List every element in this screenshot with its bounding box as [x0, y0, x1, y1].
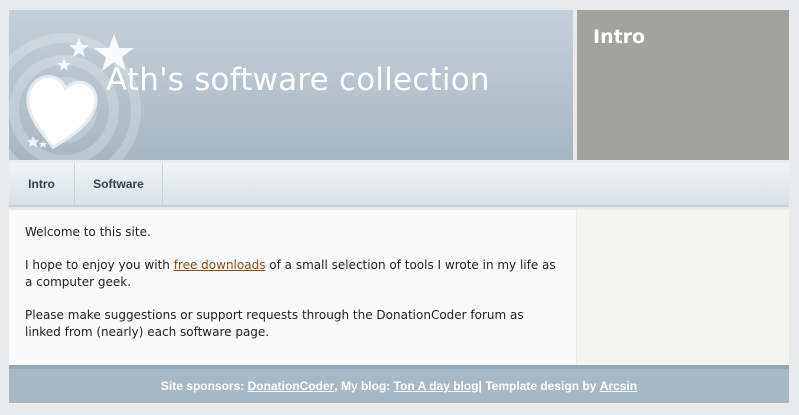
donationcoder-link[interactable]: DonationCoder: [248, 379, 335, 393]
blog-link[interactable]: Ton A day blog: [394, 379, 479, 393]
welcome-text: Welcome to this site.: [25, 225, 151, 239]
sidebar: [577, 210, 789, 365]
nav-item-intro[interactable]: Intro: [9, 163, 75, 205]
site-header: Ath's software collection: [9, 10, 573, 160]
site-title: Ath's software collection: [106, 62, 490, 98]
intro-panel-title: Intro: [593, 26, 646, 48]
free-downloads-link[interactable]: free downloads: [174, 258, 266, 272]
intro-panel: Intro: [577, 10, 789, 160]
site-footer: Site sponsors: DonationCoder, My blog: T…: [9, 365, 789, 403]
footer-blog-label: , My blog:: [334, 379, 391, 393]
support-paragraph: Please make suggestions or support reque…: [25, 308, 524, 339]
intro-paragraph: I hope to enjoy you with free downloads …: [25, 257, 560, 291]
intro-text-start: I hope to enjoy you with: [25, 258, 174, 272]
arcsin-link[interactable]: Arcsin: [600, 379, 637, 393]
footer-sponsors-label: Site sponsors:: [160, 379, 245, 393]
star-icon: [39, 140, 47, 148]
nav-item-software[interactable]: Software: [75, 163, 163, 205]
main-content: Welcome to this site. I hope to enjoy yo…: [9, 210, 576, 365]
footer-design-label: | Template design by: [478, 379, 597, 393]
main-nav: Intro Software: [9, 163, 789, 207]
